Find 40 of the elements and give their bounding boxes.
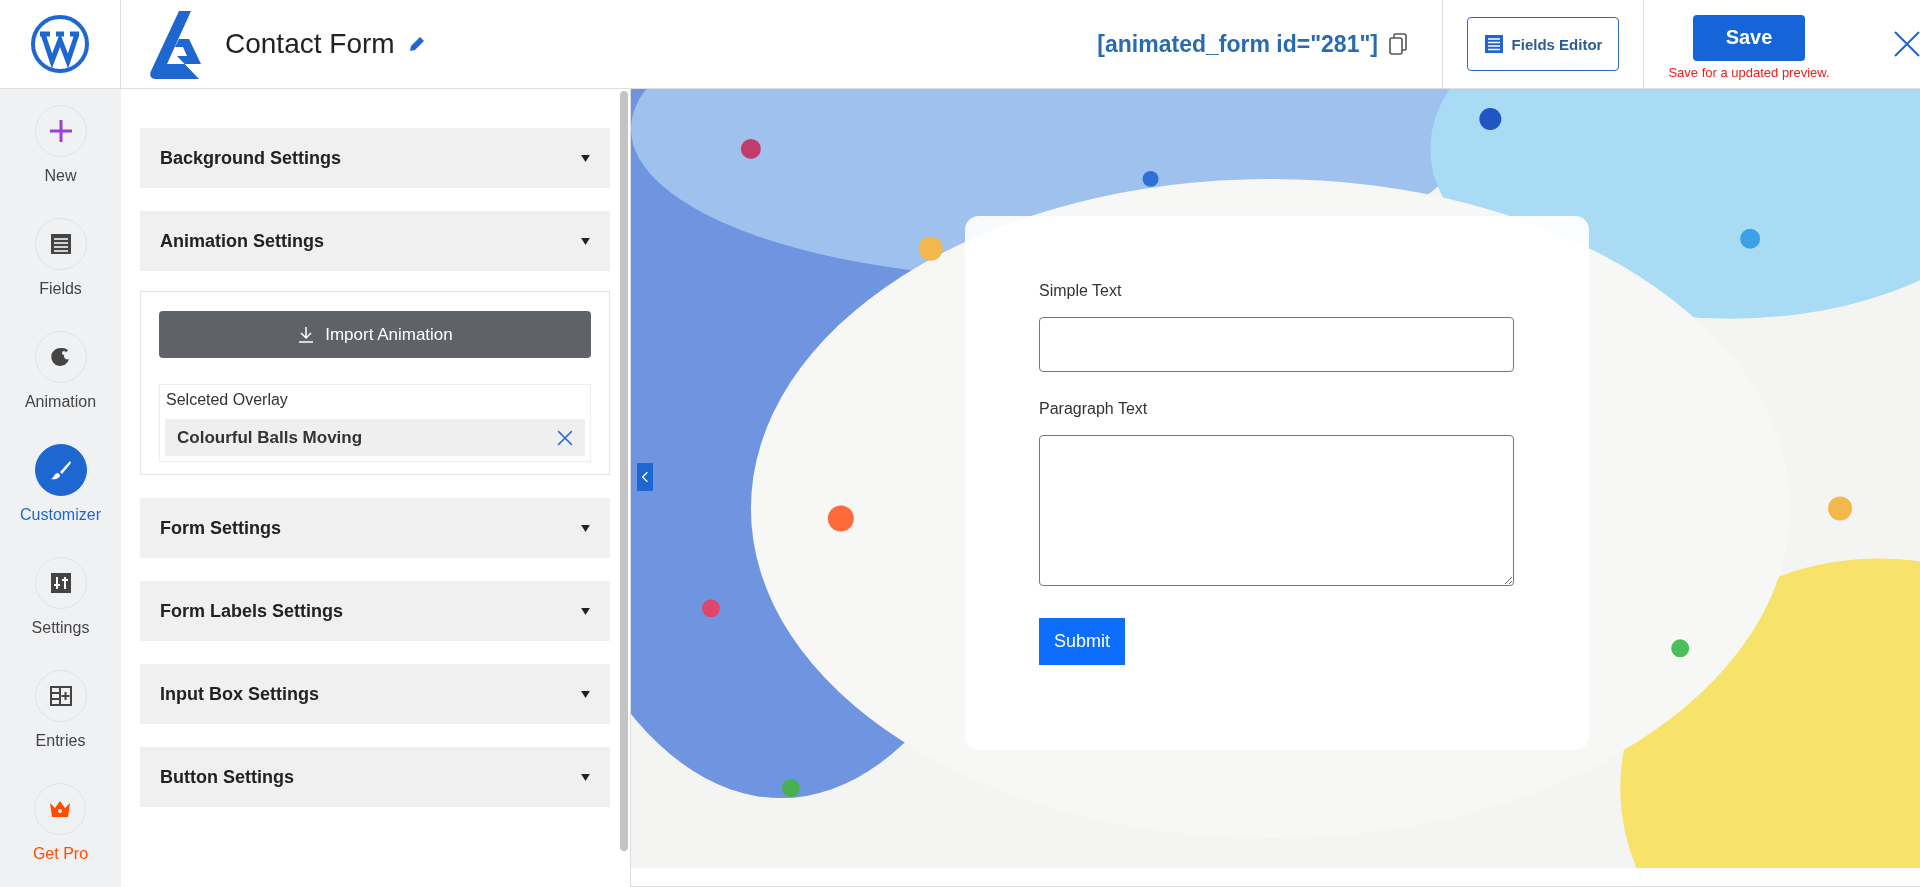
caret-icon (581, 237, 590, 245)
download-icon (297, 325, 316, 344)
caret-icon (581, 773, 590, 781)
plus-icon (48, 119, 73, 143)
field-label: Paragraph Text (1039, 400, 1148, 418)
input-field[interactable] (1039, 317, 1514, 372)
collapse-panel-button[interactable] (637, 463, 653, 491)
caret-icon (581, 524, 590, 532)
wordpress-logo[interactable] (30, 14, 90, 74)
submit-button[interactable]: Submit (1039, 618, 1126, 665)
chevron-left-icon (641, 470, 649, 484)
form-title: Contact Form (225, 28, 395, 60)
save-hint: Save for a updated preview. (1668, 64, 1830, 80)
field-label: Simple Text (1039, 282, 1122, 300)
fields-editor-button[interactable]: Fields Editor (1466, 17, 1620, 71)
list-icon (1483, 34, 1504, 54)
accordion-header[interactable]: Background Settings (140, 128, 610, 188)
accordion-header[interactable]: Form Settings (140, 498, 610, 558)
caret-icon (581, 154, 590, 162)
caret-icon (581, 607, 590, 615)
shortcode: [animated_form id="281"] (1097, 30, 1378, 58)
accordion-header[interactable]: Input Box Settings (140, 664, 610, 724)
accordion-header[interactable]: Form Labels Settings (140, 581, 610, 641)
nav-item[interactable]: Animation (24, 331, 97, 411)
textarea-field[interactable] (1039, 435, 1514, 586)
save-button[interactable]: Save (1693, 14, 1805, 61)
overlay-name: Colourful Balls Moving (177, 427, 363, 448)
nav-item[interactable]: Customizer (20, 444, 101, 524)
copy-icon[interactable] (1388, 32, 1408, 56)
table-plus-icon (48, 684, 73, 708)
close-icon[interactable] (1894, 31, 1920, 57)
accordion-header[interactable]: Button Settings (140, 747, 610, 807)
scrollbar[interactable] (620, 91, 628, 851)
list-icon (48, 232, 73, 256)
accordion-header[interactable]: Animation Settings (140, 211, 610, 271)
caret-icon (581, 690, 590, 698)
overlay-label: Selceted Overlay (165, 391, 289, 409)
import-animation-button[interactable]: Import Animation (159, 311, 591, 358)
sliders-icon (48, 571, 73, 595)
remove-icon[interactable] (557, 429, 573, 446)
